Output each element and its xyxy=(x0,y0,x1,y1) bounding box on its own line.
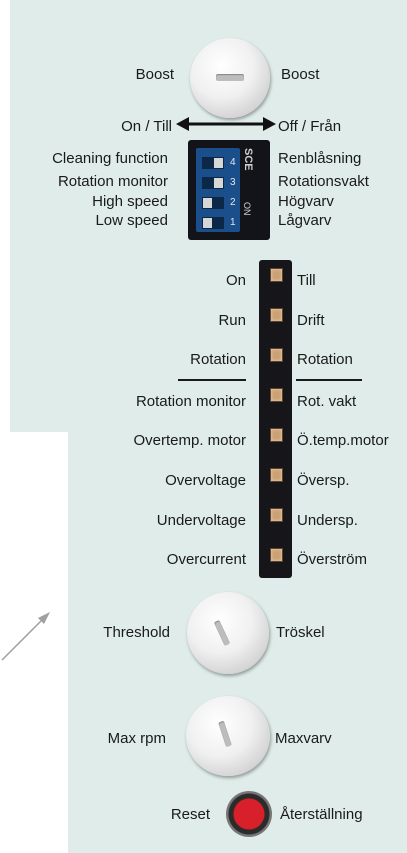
indicator-label-en-on: On xyxy=(225,272,246,289)
max-rpm-label-sv: Maxvarv xyxy=(275,730,332,747)
dip-switch-4-toggle xyxy=(214,158,223,168)
on-label: On / Till xyxy=(121,118,172,135)
dip-switch-1-toggle xyxy=(203,218,212,228)
dip-switch-3[interactable] xyxy=(202,177,224,189)
dip-switch-2-toggle xyxy=(203,198,212,208)
boost-knob[interactable] xyxy=(190,38,270,118)
dip-number-2: 2 xyxy=(230,197,236,208)
boost-label-sv: Boost xyxy=(281,66,320,83)
rotation-divider-right xyxy=(296,379,362,381)
indicator-label-sv-overstrom: Överström xyxy=(297,551,368,568)
indicator-label-en-overcurrent: Overcurrent xyxy=(166,551,246,568)
indicator-label-en-undervoltage: Undervoltage xyxy=(156,512,246,529)
indicator-label-sv-oversp: Översp. xyxy=(297,472,350,489)
led-on xyxy=(270,268,283,282)
pointer-arrow-icon xyxy=(1,612,50,661)
threshold-label-en: Threshold xyxy=(103,624,170,641)
reset-label-en: Reset xyxy=(170,806,210,823)
indicator-label-sv-rot-vakt: Rot. vakt xyxy=(297,393,357,410)
dip-label-sv-1: Lågvarv xyxy=(278,212,332,229)
boost-knob-slot xyxy=(216,74,244,81)
indicator-label-en-rotation: Rotation xyxy=(190,351,246,368)
off-label: Off / Från xyxy=(278,118,342,135)
dip-on-mark: ON xyxy=(242,202,252,216)
indicator-label-en-overtemp: Overtemp. motor xyxy=(133,432,246,449)
led-rotation xyxy=(270,348,283,362)
dip-label-sv-3: Rotationsvakt xyxy=(278,173,369,190)
led-overvoltage xyxy=(270,468,283,482)
boost-label-en: Boost xyxy=(135,66,174,83)
led-undervoltage xyxy=(270,508,283,522)
indicator-label-sv-till: Till xyxy=(297,272,316,289)
dip-switch-2[interactable] xyxy=(202,197,224,209)
rotation-divider-left xyxy=(178,379,246,381)
max-rpm-knob[interactable] xyxy=(186,696,270,776)
indicator-label-en-run: Run xyxy=(218,312,246,329)
dip-label-en-3: Rotation monitor xyxy=(57,173,168,190)
threshold-label-sv: Tröskel xyxy=(276,624,325,641)
dip-switch-body: 4 3 2 1 xyxy=(196,148,240,232)
led-strip xyxy=(259,260,292,578)
reset-label-sv: Återställning xyxy=(280,806,363,823)
led-overcurrent xyxy=(270,548,283,562)
dip-switch-3-toggle xyxy=(214,178,223,188)
dip-switch-4[interactable] xyxy=(202,157,224,169)
dip-number-4: 4 xyxy=(230,157,236,168)
dip-label-en-4: Cleaning function xyxy=(52,150,168,167)
threshold-knob[interactable] xyxy=(187,592,269,674)
max-rpm-knob-slot xyxy=(218,720,232,748)
dip-label-sv-2: Högvarv xyxy=(278,193,334,210)
dip-label-en-1: Low speed xyxy=(95,212,168,229)
led-overtemp-motor xyxy=(270,428,283,442)
indicator-label-sv-otemp: Ö.temp.motor xyxy=(297,432,389,449)
indicator-label-sv-drift: Drift xyxy=(297,312,325,329)
led-run xyxy=(270,308,283,322)
indicator-label-sv-rotation: Rotation xyxy=(297,351,353,368)
indicator-label-sv-undersp: Undersp. xyxy=(297,512,358,529)
reset-button[interactable] xyxy=(226,791,272,837)
dip-label-sv-4: Renblåsning xyxy=(278,150,362,167)
max-rpm-label-en: Max rpm xyxy=(107,730,166,747)
indicator-label-en-overvoltage: Overvoltage xyxy=(165,472,246,489)
dip-number-3: 3 xyxy=(230,177,236,188)
dip-label-en-2: High speed xyxy=(92,193,168,210)
indicator-label-en-rotation-monitor: Rotation monitor xyxy=(135,393,246,410)
dip-number-1: 1 xyxy=(230,217,236,228)
dip-switch-block: 4 3 2 1 SCE ON xyxy=(188,140,270,240)
threshold-knob-slot xyxy=(213,619,231,647)
led-rotation-monitor xyxy=(270,388,283,402)
dip-switch-1[interactable] xyxy=(202,217,224,229)
dip-brand-label: SCE xyxy=(242,148,254,171)
double-arrow-icon xyxy=(176,117,276,131)
